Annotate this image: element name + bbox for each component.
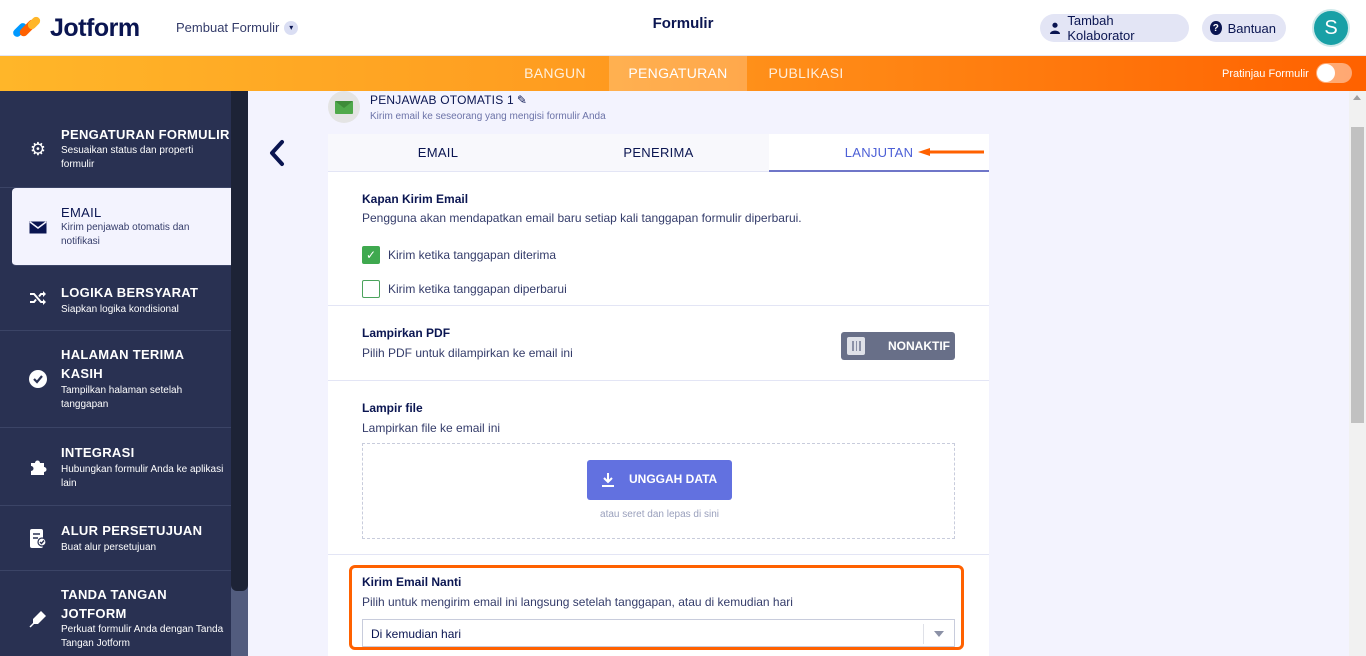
autoresponder-title-text: PENJAWAB OTOMATIS 1 (370, 93, 514, 107)
sidebar-item-jotform-sign[interactable]: TANDA TANGAN JOTFORM Perkuat formulir An… (0, 571, 231, 656)
sidebar-item-title: HALAMAN TERIMA KASIH (61, 347, 184, 381)
back-chevron-icon[interactable] (266, 138, 292, 168)
sidebar-item-desc: Kirim penjawab otomatis dan notifikasi (61, 222, 190, 247)
sidebar-item-title: EMAIL (61, 205, 102, 220)
upload-button-label: UNGGAH DATA (629, 472, 718, 486)
approval-document-icon (28, 528, 48, 548)
jotform-logo[interactable]: Jotform (11, 14, 140, 43)
send-when-title: Kapan Kirim Email (362, 192, 469, 206)
scroll-up-arrow-icon[interactable] (1353, 95, 1361, 100)
autoresponder-title[interactable]: PENJAWAB OTOMATIS 1 ✎ (370, 93, 527, 107)
attach-pdf-toggle[interactable]: NONAKTIF (841, 332, 955, 360)
tab-email[interactable]: EMAIL (328, 134, 548, 172)
caret-down-icon (934, 631, 944, 637)
attach-file-section: Lampir file Lampirkan file ke email ini … (328, 381, 989, 555)
select-divider (923, 624, 924, 644)
jotform-logo-icon (11, 14, 42, 42)
send-on-received-label: Kirim ketika tanggapan diterima (388, 248, 557, 262)
sidebar-item-title: TANDA TANGAN JOTFORM (61, 587, 167, 621)
attach-pdf-section: Lampirkan PDF Pilih PDF untuk dilampirka… (328, 306, 989, 381)
check-circle-icon (28, 369, 48, 389)
puzzle-icon (28, 457, 48, 477)
help-button[interactable]: ? Bantuan (1202, 14, 1286, 42)
attach-file-desc: Lampirkan file ke email ini (362, 421, 501, 435)
builder-selector-label: Pembuat Formulir (176, 20, 280, 35)
main-scrollbar[interactable] (1349, 91, 1366, 656)
sidebar-item-email[interactable]: EMAIL Kirim penjawab otomatis dan notifi… (12, 188, 231, 266)
shuffle-icon (28, 288, 48, 308)
sidebar-item-desc: Buat alur persetujuan (61, 542, 157, 553)
sidebar-item-approval-flow[interactable]: ALUR PERSETUJUAN Buat alur persetujuan (0, 506, 231, 571)
sidebar-item-title: LOGIKA BERSYARAT (61, 285, 199, 300)
sidebar-item-thank-you-page[interactable]: HALAMAN TERIMA KASIH Tampilkan halaman s… (0, 331, 231, 428)
avatar[interactable]: S (1312, 9, 1350, 47)
sidebar-item-desc: Hubungkan formulir Anda ke aplikasi lain (61, 464, 224, 489)
toggle-knob (1317, 64, 1335, 82)
gear-icon: ⚙ (29, 138, 47, 159)
sidebar-item-title: ALUR PERSETUJUAN (61, 523, 203, 538)
settings-sidebar: ⚙ PENGATURAN FORMULIR Sesuaikan status d… (0, 91, 248, 656)
annotation-arrow-icon (918, 148, 984, 156)
sidebar-item-desc: Sesuaikan status dan properti formulir (61, 145, 194, 170)
chevron-down-icon: ▾ (284, 20, 299, 35)
send-when-section: Kapan Kirim Email Pengguna akan mendapat… (328, 172, 989, 306)
sidebar-scrollbar-thumb[interactable] (231, 91, 248, 591)
preview-form-label: Pratinjau Formulir (1222, 68, 1309, 80)
sidebar-item-desc: Tampilkan halaman setelah tanggapan (61, 385, 183, 410)
tab-recipient[interactable]: PENERIMA (548, 134, 769, 172)
send-on-received-checkbox[interactable]: ✓ (362, 246, 380, 264)
send-later-select[interactable]: Di kemudian hari (362, 619, 955, 647)
help-label: Bantuan (1227, 20, 1276, 36)
pen-nib-icon (28, 609, 48, 629)
sidebar-scrollbar[interactable] (231, 91, 248, 656)
send-on-updated-label: Kirim ketika tanggapan diperbarui (388, 282, 567, 296)
sidebar-item-title: PENGATURAN FORMULIR (61, 127, 230, 142)
drop-hint: atau seret dan lepas di sini (600, 509, 719, 520)
sidebar-item-desc: Siapkan logika kondisional (61, 304, 179, 315)
attach-pdf-title: Lampirkan PDF (362, 326, 451, 340)
download-arrow-icon (601, 472, 615, 488)
upload-button[interactable]: UNGGAH DATA (587, 460, 732, 500)
send-when-desc: Pengguna akan mendapatkan email baru set… (362, 211, 802, 225)
sidebar-item-desc: Perkuat formulir Anda dengan Tanda Tanga… (61, 624, 224, 649)
main-tab-bar: BANGUN PENGATURAN PUBLIKASI Pratinjau Fo… (0, 56, 1366, 91)
sidebar-item-integrations[interactable]: INTEGRASI Hubungkan formulir Anda ke apl… (0, 428, 231, 506)
tab-build[interactable]: BANGUN (510, 56, 600, 91)
autoresponder-subtitle: Kirim email ke seseorang yang mengisi fo… (370, 111, 606, 122)
add-collaborator-button[interactable]: Tambah Kolaborator (1040, 13, 1189, 43)
file-drop-zone[interactable]: UNGGAH DATA atau seret dan lepas di sini (362, 443, 955, 539)
sidebar-item-form-settings[interactable]: ⚙ PENGATURAN FORMULIR Sesuaikan status d… (0, 91, 231, 188)
sidebar-item-title: INTEGRASI (61, 445, 135, 460)
pencil-icon[interactable]: ✎ (517, 93, 527, 107)
envelope-icon (28, 217, 48, 237)
panel-tabs: EMAIL PENERIMA LANJUTAN (328, 134, 989, 172)
add-collaborator-label: Tambah Kolaborator (1067, 13, 1135, 43)
preview-form-toggle[interactable] (1316, 63, 1352, 83)
main-scrollbar-thumb[interactable] (1351, 127, 1364, 423)
sidebar-item-conditional-logic[interactable]: LOGIKA BERSYARAT Siapkan logika kondisio… (0, 266, 231, 331)
tab-publish[interactable]: PUBLIKASI (756, 56, 856, 91)
attach-pdf-toggle-label: NONAKTIF (888, 339, 950, 353)
attach-file-title: Lampir file (362, 401, 423, 415)
builder-selector[interactable]: Pembuat Formulir ▾ (176, 20, 299, 35)
autoresponder-envelope-icon (328, 91, 360, 123)
send-later-selected-value: Di kemudian hari (371, 627, 462, 641)
send-on-updated-checkbox[interactable] (362, 280, 380, 298)
top-header: Jotform Pembuat Formulir ▾ Formulir Tamb… (0, 0, 1366, 56)
brand-name: Jotform (50, 14, 140, 42)
question-icon: ? (1210, 21, 1222, 35)
user-icon (1048, 21, 1061, 35)
toggle-handle-icon (847, 337, 865, 355)
attach-pdf-desc: Pilih PDF untuk dilampirkan ke email ini (362, 346, 573, 360)
tab-settings[interactable]: PENGATURAN (609, 56, 747, 91)
